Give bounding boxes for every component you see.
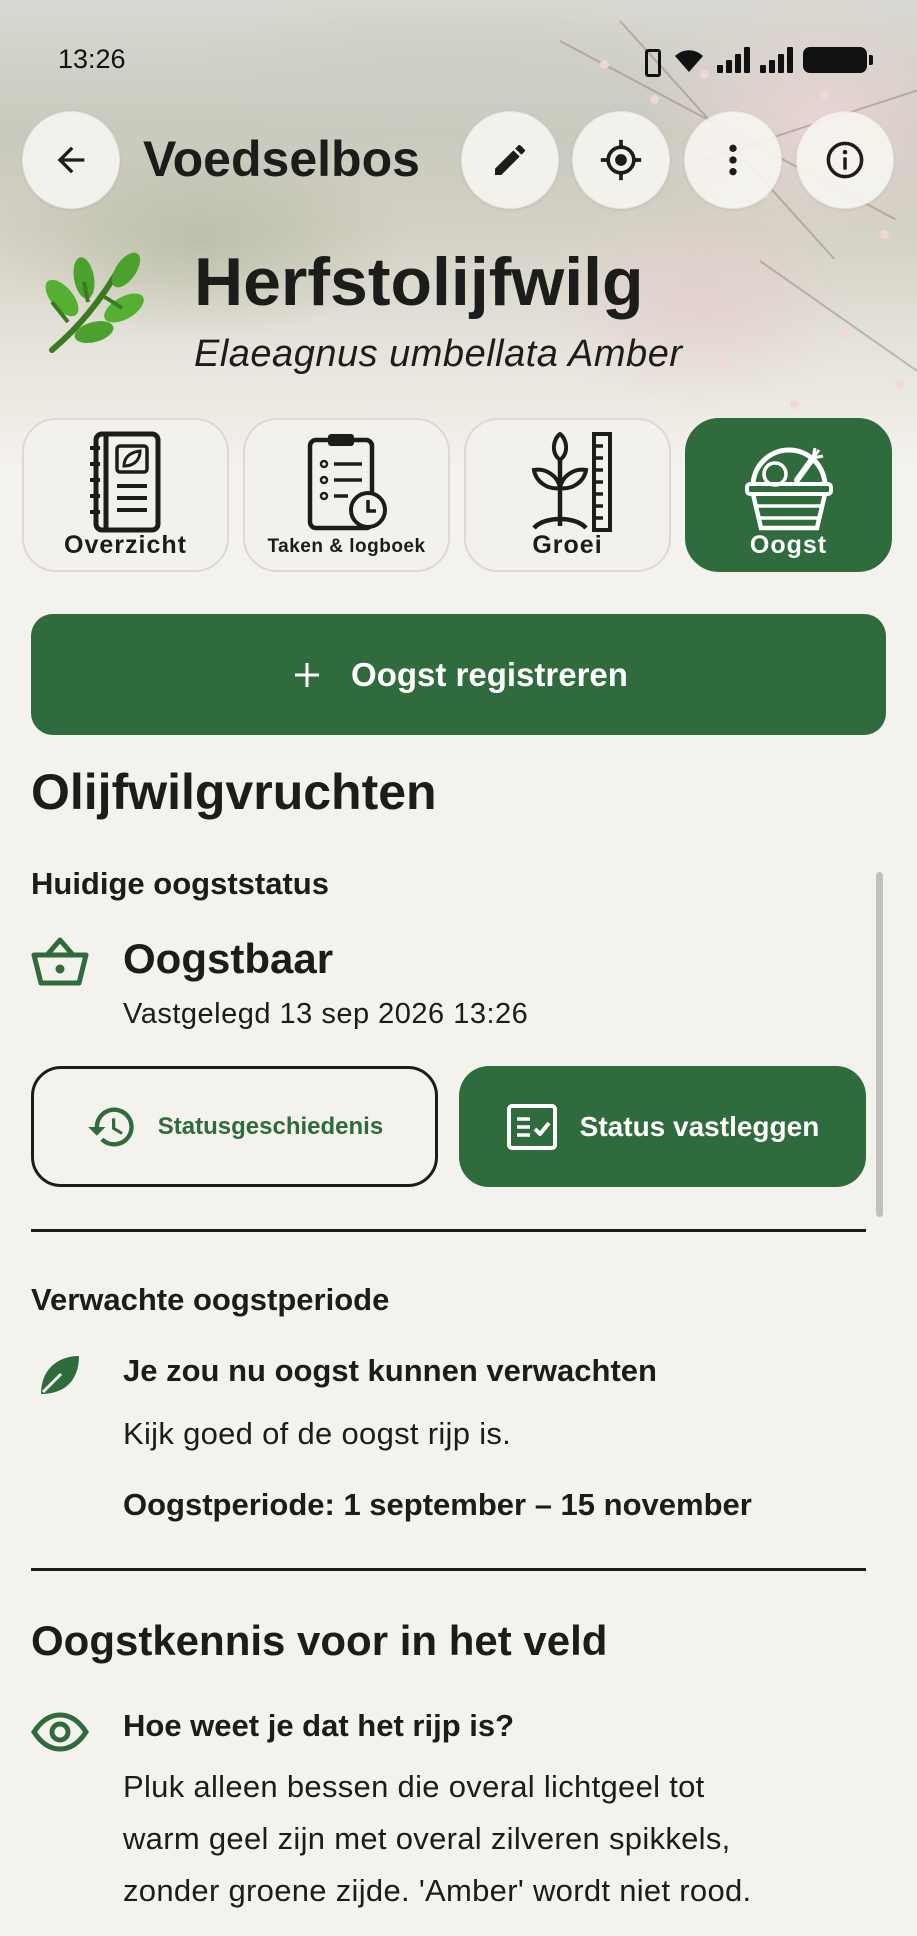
status-history-button[interactable]: Statusgeschiedenis (31, 1066, 438, 1187)
ripeness-question: Hoe weet je dat het rijp is? (123, 1708, 515, 1743)
ripeness-line-2: warm geel zijn met overal zilveren spikk… (123, 1821, 731, 1856)
tab-overzicht[interactable]: Overzicht (22, 418, 229, 572)
register-harvest-button[interactable]: Oogst registreren (31, 614, 886, 735)
plus-icon (295, 662, 320, 687)
current-status-heading: Huidige oogststatus (31, 866, 329, 901)
plant-common-name: Herfstolijfwilg (194, 244, 644, 320)
edit-button[interactable] (461, 111, 559, 209)
tab-groei-label: Groei (532, 531, 603, 559)
location-button[interactable] (572, 111, 670, 209)
pencil-icon (495, 144, 525, 175)
harvest-status-value: Oogstbaar (123, 935, 334, 982)
tab-groei[interactable]: Groei (464, 418, 671, 572)
fact-check-icon (506, 1103, 557, 1150)
status-history-label: Statusgeschiedenis (157, 1112, 384, 1140)
info-icon (826, 141, 864, 179)
ripeness-line-3: zonder groene zijde. 'Amber' wordt niet … (123, 1873, 752, 1908)
plant-latin-name: Elaeagnus umbellata Amber (194, 333, 683, 375)
wifi-icon (675, 50, 703, 72)
history-icon (87, 1107, 134, 1146)
vibrate-icon (639, 47, 661, 77)
app-title: Voedselbos (143, 131, 420, 187)
signal-icon-2 (760, 47, 793, 73)
more-vert-icon (729, 144, 737, 176)
checklist-clock-icon (307, 434, 387, 531)
status-bar: 13:26 (0, 40, 917, 80)
divider-2 (31, 1568, 866, 1571)
notebook-icon (89, 431, 160, 533)
tab-taken-logboek-label: Taken & logboek (267, 536, 426, 557)
divider (31, 1229, 866, 1232)
expected-harvest-text: Kijk goed of de oogst rijp is. (123, 1416, 512, 1451)
tab-overzicht-label: Overzicht (64, 531, 187, 559)
back-button[interactable] (22, 111, 120, 209)
expected-period-heading: Verwachte oogstperiode (31, 1282, 390, 1317)
crop-title: Olijfwilgvruchten (31, 764, 437, 820)
leaf-icon (41, 1356, 79, 1394)
more-options-button[interactable] (684, 111, 782, 209)
status-time: 13:26 (58, 44, 126, 74)
herb-leaf-icon (45, 252, 144, 353)
eye-icon (31, 1712, 89, 1752)
basket-icon (31, 937, 89, 986)
seedling-ruler-icon (531, 431, 612, 532)
status-recorded-date: Vastgelegd 13 sep 2026 13:26 (123, 998, 529, 1030)
tab-taken-logboek[interactable]: Taken & logboek (243, 418, 450, 572)
harvest-period: Oogstperiode: 1 september – 15 november (123, 1487, 752, 1522)
scrollbar[interactable] (876, 872, 883, 1217)
register-harvest-label: Oogst registreren (351, 655, 628, 693)
knowledge-heading: Oogstkennis voor in het veld (31, 1617, 608, 1664)
expected-harvest-title: Je zou nu oogst kunnen verwachten (123, 1353, 657, 1388)
record-status-label: Status vastleggen (579, 1110, 820, 1142)
tab-oogst[interactable]: Oogst (685, 418, 892, 572)
gps-target-icon (600, 139, 642, 181)
ripeness-line-1: Pluk alleen bessen die overal lichtgeel … (123, 1769, 705, 1804)
record-status-button[interactable]: Status vastleggen (459, 1066, 866, 1187)
signal-icon (717, 47, 750, 73)
info-button[interactable] (796, 111, 894, 209)
arrow-back-icon (57, 146, 85, 174)
harvest-basket-icon (744, 447, 833, 531)
tab-oogst-label: Oogst (749, 531, 828, 559)
battery-icon (803, 47, 873, 73)
